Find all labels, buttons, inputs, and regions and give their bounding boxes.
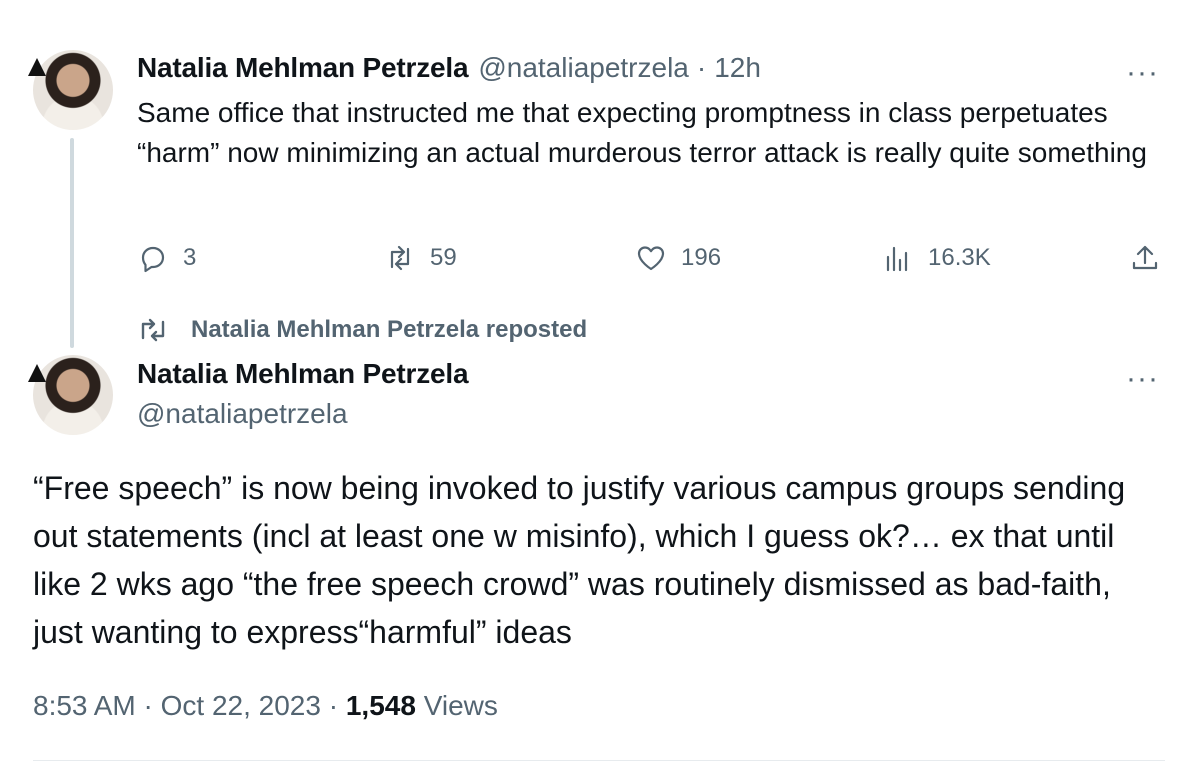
tweet-views-count: 1,548 [345,690,416,721]
repost-button[interactable]: 59 [384,242,457,274]
repost-count: 59 [430,244,457,271]
tweet-time[interactable]: 8:53 AM [33,690,136,721]
reply-more-icon[interactable]: ··· [1126,58,1159,88]
tweet-views-label: Views [423,690,498,721]
reply-icon [141,246,165,273]
reply-author-name[interactable]: Natalia Mehlman Petrzela [137,52,469,84]
meta-separator: · [328,690,339,721]
like-icon [637,246,665,271]
reply-tweet-header: Natalia Mehlman Petrzela @nataliapetrzel… [137,52,761,84]
views-button[interactable]: 16.3K [882,242,991,274]
meta-separator: · [143,690,153,721]
like-count: 196 [681,244,722,271]
views-icon [886,246,908,272]
thread-connector-line [70,138,74,348]
avatar-badge-mark [28,58,46,76]
repost-context[interactable]: Natalia Mehlman Petrzela reposted [137,316,587,344]
avatar-badge-mark [28,364,46,382]
like-button[interactable]: 196 [635,242,721,274]
tweet-date[interactable]: Oct 22, 2023 [161,690,321,721]
repost-icon [390,245,410,271]
tweet-metadata: 8:53 AM · Oct 22, 2023 · 1,548 Views [33,690,498,722]
reply-tweet-text: Same office that instructed me that expe… [137,97,1147,168]
main-more-icon[interactable]: ··· [1126,364,1159,394]
main-tweet-text: “Free speech” is now being invoked to ju… [33,470,1126,650]
reply-tweet-time[interactable]: 12h [714,52,761,84]
repost-context-label: Natalia Mehlman Petrzela reposted [191,316,588,343]
repost-context-icon [141,318,165,342]
main-author-name[interactable]: Natalia Mehlman Petrzela [137,358,469,390]
reply-button[interactable]: 3 [137,242,196,274]
reply-count: 3 [183,244,197,271]
share-icon [1132,245,1158,270]
divider [33,760,1165,761]
header-separator: · [696,52,707,83]
share-button[interactable] [1129,242,1175,274]
views-count: 16.3K [928,244,991,271]
main-author-handle[interactable]: @nataliapetrzela [137,398,348,430]
reply-author-handle[interactable]: @nataliapetrzela [478,52,689,84]
